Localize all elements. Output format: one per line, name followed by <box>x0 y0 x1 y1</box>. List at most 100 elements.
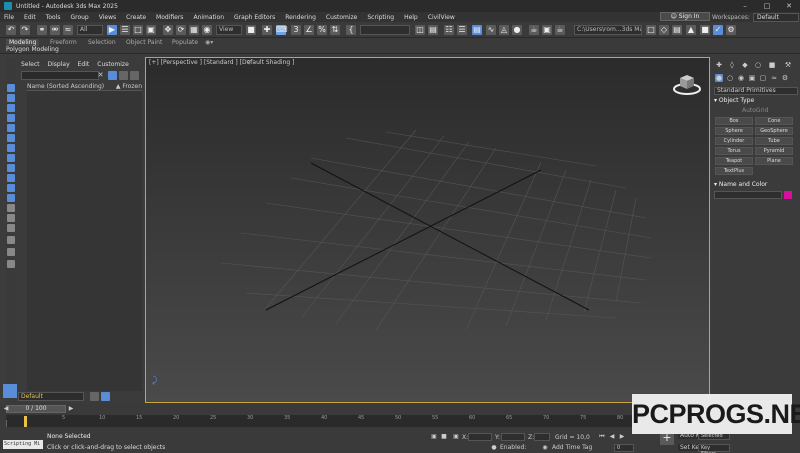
pivot-center-icon[interactable]: ■ <box>246 25 256 35</box>
spacewarps-icon[interactable]: ≈ <box>770 74 778 82</box>
display-containers-icon[interactable] <box>7 184 15 192</box>
select-object-icon[interactable]: ▶ <box>107 25 117 35</box>
key-filters-button[interactable]: Key Filters... <box>698 444 730 453</box>
sphere-button[interactable]: Sphere <box>715 127 753 135</box>
project-folder-icon[interactable]: □ <box>646 25 656 35</box>
autodesk-check-icon[interactable]: ✓ <box>713 25 723 35</box>
scene-tab-edit[interactable]: Edit <box>78 61 90 68</box>
layer-stack-icon[interactable] <box>90 392 99 401</box>
ribbon-tab-modeling[interactable]: Modeling <box>6 39 40 46</box>
lights-icon[interactable]: ◉ <box>737 74 745 82</box>
modify-tab-icon[interactable]: ◊ <box>728 61 736 69</box>
display-cameras-icon[interactable] <box>7 124 15 132</box>
time-cursor[interactable] <box>24 416 27 427</box>
column-frozen-header[interactable]: ▲ Frozen <box>116 83 142 90</box>
utilities-tab-icon[interactable]: ⚒ <box>784 61 792 69</box>
select-by-name-icon[interactable]: ☰ <box>120 25 130 35</box>
timeline-track[interactable]: 5 10 15 20 25 30 35 40 45 50 55 60 65 70… <box>6 415 710 427</box>
go-to-start-icon[interactable]: ⏮ <box>598 433 606 441</box>
select-manipulate-icon[interactable]: ✚ <box>262 25 272 35</box>
viewcube[interactable] <box>672 72 702 96</box>
display-frozen-icon[interactable] <box>7 194 15 202</box>
scene-tab-select[interactable]: Select <box>21 61 40 68</box>
object-name-field[interactable] <box>714 191 782 199</box>
menu-group[interactable]: Group <box>70 14 88 21</box>
active-layer-field[interactable]: Default <box>18 392 84 401</box>
place-icon[interactable]: ◉ <box>202 25 212 35</box>
current-frame-field[interactable]: 0 <box>614 444 634 452</box>
selection-lock-icon[interactable]: ■ <box>440 433 448 441</box>
mirror-icon[interactable]: ◫ <box>415 25 425 35</box>
cameras-icon[interactable]: ▣ <box>748 74 756 82</box>
gear-icon[interactable]: ⚙ <box>726 25 736 35</box>
teapot-button[interactable]: Teapot <box>715 157 753 165</box>
column-name-header[interactable]: Name (Sorted Ascending) <box>27 83 104 90</box>
menu-scripting[interactable]: Scripting <box>367 14 394 21</box>
toggle-scene-explorer-icon[interactable]: ☷ <box>444 25 454 35</box>
prev-frame-icon[interactable]: ◀ <box>608 433 616 441</box>
menu-rendering[interactable]: Rendering <box>285 14 316 21</box>
layer-filter-icon[interactable] <box>101 392 110 401</box>
plane-button[interactable]: Plane <box>755 157 793 165</box>
undo-icon[interactable]: ↶ <box>6 25 16 35</box>
reference-coord-dropdown[interactable]: View <box>216 25 242 35</box>
toggle-layer-explorer-icon[interactable]: ☰ <box>457 25 467 35</box>
redo-icon[interactable]: ↷ <box>20 25 30 35</box>
ribbon-tab-freeform[interactable]: Freeform <box>50 39 77 46</box>
keyboard-shortcut-override-icon[interactable]: ⌨ <box>276 25 288 35</box>
display-tab-icon[interactable]: ■ <box>768 61 776 69</box>
layer-explorer-icon[interactable] <box>3 384 17 398</box>
arnold-icon[interactable]: ▲ <box>686 25 696 35</box>
close-icon[interactable]: ✕ <box>778 2 800 10</box>
display-lights-icon[interactable] <box>7 114 15 122</box>
move-icon[interactable]: ✥ <box>163 25 173 35</box>
scene-search-input[interactable] <box>21 71 99 80</box>
asset-tracking-icon[interactable]: ◇ <box>659 25 669 35</box>
rect-selection-icon[interactable]: □ <box>133 25 143 35</box>
play-icon[interactable]: ▶ <box>618 433 626 441</box>
open-folder-icon[interactable]: ▤ <box>672 25 682 35</box>
layer-icon[interactable] <box>7 260 15 268</box>
display-geometry-icon[interactable] <box>7 94 15 102</box>
display-none-icon[interactable] <box>7 224 15 232</box>
sign-in-button[interactable]: ☺ Sign In <box>660 12 710 21</box>
time-slider[interactable]: 0 / 100 <box>6 405 66 413</box>
display-all-icon[interactable] <box>7 84 15 92</box>
isolate-selection-icon[interactable]: ▣ <box>430 433 438 441</box>
z-coord-field[interactable] <box>534 433 550 441</box>
menu-animation[interactable]: Animation <box>193 14 224 21</box>
curve-editor-icon[interactable]: ∿ <box>486 25 496 35</box>
menu-tools[interactable]: Tools <box>46 14 61 21</box>
display-spacewarps-icon[interactable] <box>7 144 15 152</box>
align-icon[interactable]: ▤ <box>428 25 438 35</box>
bind-spacewarp-icon[interactable]: ≈ <box>63 25 73 35</box>
ribbon-panel-polygon-modeling[interactable]: Polygon Modeling <box>6 46 59 53</box>
pyramid-button[interactable]: Pyramid <box>755 147 793 155</box>
absolute-mode-icon[interactable]: ▣ <box>452 433 460 441</box>
funnel-icon[interactable]: ▽ <box>247 59 252 66</box>
adaptive-degradation-icon[interactable]: ● <box>490 444 498 452</box>
angle-snap-icon[interactable]: ∠ <box>304 25 314 35</box>
object-type-rollout[interactable]: ▾ Object Type <box>714 97 798 105</box>
menu-help[interactable]: Help <box>404 14 418 21</box>
spinner-snap-icon[interactable]: ⇅ <box>330 25 340 35</box>
tube-button[interactable]: Tube <box>755 137 793 145</box>
display-hidden-icon[interactable] <box>7 204 15 212</box>
slider-next-icon[interactable]: ▶ <box>67 405 75 413</box>
workspace-dropdown[interactable]: Default <box>752 12 799 22</box>
scale-icon[interactable]: ▦ <box>189 25 199 35</box>
slider-prev-icon[interactable]: ◀ <box>2 405 10 413</box>
perspective-viewport[interactable]: [+] [Perspective ] [Standard ] [Default … <box>145 57 710 403</box>
toggle-ribbon-icon[interactable]: ▤ <box>472 25 482 35</box>
cylinder-button[interactable]: Cylinder <box>715 137 753 145</box>
render-setup-icon[interactable]: ☕ <box>529 25 539 35</box>
object-color-swatch[interactable] <box>784 191 792 199</box>
ribbon-tab-object-paint[interactable]: Object Paint <box>126 39 162 46</box>
display-groups-icon[interactable] <box>7 154 15 162</box>
display-helpers-icon[interactable] <box>7 134 15 142</box>
menu-graph-editors[interactable]: Graph Editors <box>234 14 275 21</box>
selection-filter-dropdown[interactable]: All <box>77 25 103 35</box>
autogrid-checkbox[interactable]: AutoGrid <box>742 107 769 114</box>
invert-display-icon[interactable] <box>7 236 15 244</box>
box-button[interactable]: Box <box>715 117 753 125</box>
